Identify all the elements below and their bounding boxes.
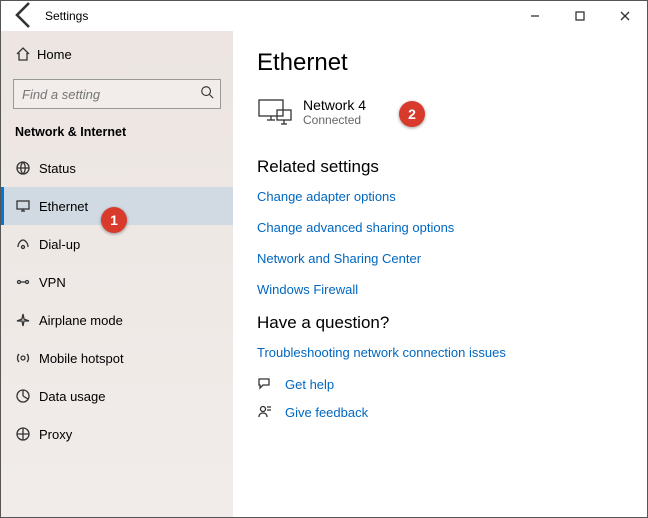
home-icon [15, 46, 37, 62]
sidebar-item-datausage[interactable]: Data usage [1, 377, 233, 415]
data-icon [15, 388, 39, 404]
nav-label: Status [39, 161, 76, 176]
annotation-badge-1: 1 [101, 207, 127, 233]
network-status: Connected [303, 113, 366, 127]
ethernet-icon [15, 198, 39, 214]
nav-label: Ethernet [39, 199, 88, 214]
link-adapter-options[interactable]: Change adapter options [257, 189, 623, 204]
settings-window: Settings Home Network & Internet Status [0, 0, 648, 518]
search-icon [200, 85, 214, 104]
sidebar-item-airplane[interactable]: Airplane mode [1, 301, 233, 339]
network-name: Network 4 [303, 97, 366, 113]
link-advanced-sharing[interactable]: Change advanced sharing options [257, 220, 623, 235]
link-troubleshoot[interactable]: Troubleshooting network connection issue… [257, 345, 623, 360]
home-button[interactable]: Home [1, 37, 233, 71]
chat-icon [257, 376, 279, 392]
link-firewall[interactable]: Windows Firewall [257, 282, 623, 297]
vpn-icon [15, 274, 39, 290]
globe-icon [15, 160, 39, 176]
titlebar: Settings [1, 1, 647, 31]
annotation-badge-2: 2 [399, 101, 425, 127]
dialup-icon [15, 236, 39, 252]
window-title: Settings [45, 9, 88, 23]
get-help-label: Get help [285, 377, 334, 392]
monitor-icon [257, 98, 293, 126]
sidebar-item-status[interactable]: Status [1, 149, 233, 187]
search-box[interactable] [13, 79, 221, 109]
sidebar-item-hotspot[interactable]: Mobile hotspot [1, 339, 233, 377]
airplane-icon [15, 312, 39, 328]
related-heading: Related settings [257, 157, 623, 177]
nav-label: Proxy [39, 427, 72, 442]
page-title: Ethernet [257, 49, 623, 77]
sidebar-item-vpn[interactable]: VPN [1, 263, 233, 301]
give-feedback-label: Give feedback [285, 405, 368, 420]
nav-label: Dial-up [39, 237, 80, 252]
nav-label: Airplane mode [39, 313, 123, 328]
sidebar-item-proxy[interactable]: Proxy [1, 415, 233, 453]
hotspot-icon [15, 350, 39, 366]
minimize-button[interactable] [512, 1, 557, 31]
question-heading: Have a question? [257, 313, 623, 333]
section-title: Network & Internet [1, 119, 233, 149]
proxy-icon [15, 426, 39, 442]
back-button[interactable] [9, 0, 41, 34]
sidebar: Home Network & Internet Status Ethernet [1, 31, 233, 517]
nav-label: Mobile hotspot [39, 351, 124, 366]
network-item[interactable]: Network 4 Connected [257, 97, 623, 127]
nav-label: VPN [39, 275, 66, 290]
main-content: Ethernet Network 4 Connected Related set… [233, 31, 647, 517]
nav-label: Data usage [39, 389, 106, 404]
link-sharing-center[interactable]: Network and Sharing Center [257, 251, 623, 266]
home-label: Home [37, 47, 72, 62]
search-input[interactable] [22, 87, 200, 102]
give-feedback-row[interactable]: Give feedback [257, 404, 623, 420]
feedback-icon [257, 404, 279, 420]
get-help-row[interactable]: Get help [257, 376, 623, 392]
maximize-button[interactable] [557, 1, 602, 31]
close-button[interactable] [602, 1, 647, 31]
